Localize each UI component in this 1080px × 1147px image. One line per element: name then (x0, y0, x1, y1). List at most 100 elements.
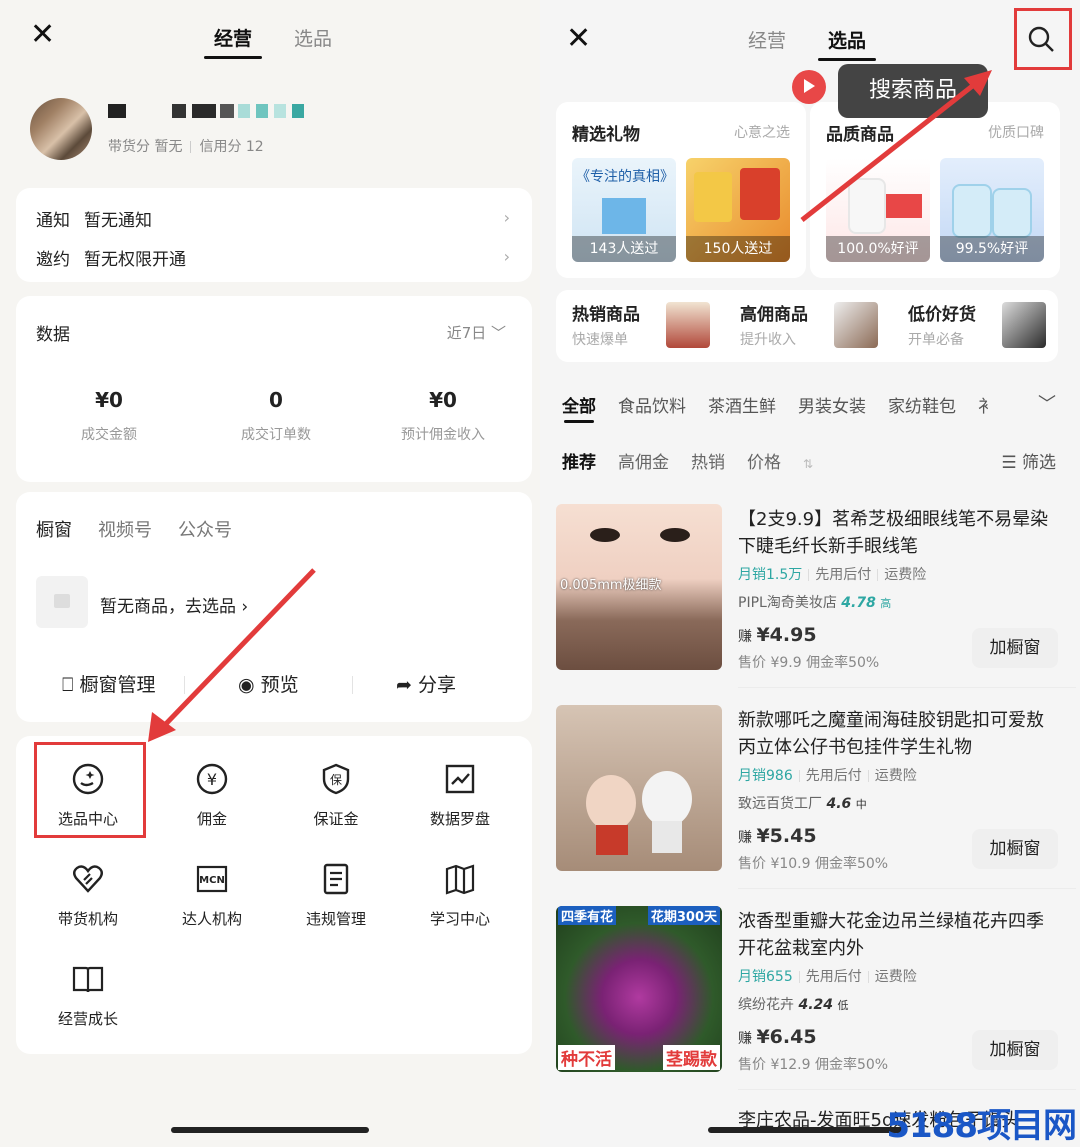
sort-price[interactable]: 价格 ⇅ (747, 453, 813, 473)
tool-mcn[interactable]: MCN 达人机构 (150, 862, 274, 929)
mcn-icon: MCN (196, 865, 228, 893)
tab-operations[interactable]: 经营 (214, 24, 252, 51)
cat-tea-fresh[interactable]: 茶酒生鲜 (708, 397, 776, 417)
category-tabs: 全部 食品饮料 茶酒生鲜 男装女装 家纺鞋包 衤 (562, 392, 1032, 417)
image-caption: 种不活 (558, 1045, 615, 1070)
period-selector[interactable]: 近7日 ﹀ (447, 322, 506, 343)
tool-deposit[interactable]: 保 保证金 (274, 762, 398, 829)
book-icon (72, 966, 104, 993)
invite-row[interactable]: 邀约 暂无权限开通 (36, 245, 186, 270)
sort-recommend[interactable]: 推荐 (562, 453, 596, 473)
quick-hot-sales[interactable]: 热销商品 快速爆单 (572, 300, 640, 349)
detergent-bottle (992, 188, 1032, 238)
watermark-logo: 5188项目网 (886, 1106, 1077, 1146)
tool-sales-org[interactable]: 带货机构 (26, 862, 150, 929)
quick-high-commission[interactable]: 高佣商品 提升收入 (740, 300, 808, 349)
tab-operations[interactable]: 经营 (748, 26, 786, 53)
right-screen: ✕ 经营 选品 精选礼物 心意之选 《专注的真相》 143人送过 150人送过 … (540, 0, 1080, 1147)
tool-growth[interactable]: 经营成长 (26, 962, 150, 1029)
cat-apparel[interactable]: 男装女装 (798, 397, 866, 417)
tool-label: 数据罗盘 (429, 810, 490, 828)
sort-hot[interactable]: 热销 (691, 453, 725, 473)
invite-label: 邀约 (36, 250, 70, 270)
tool-label: 达人机构 (181, 910, 242, 928)
score-level: 高 (880, 597, 892, 610)
share-button[interactable]: ➦ 分享 (396, 670, 456, 697)
shop-score: 4.24 (798, 997, 833, 1013)
add-to-window-button[interactable]: 加橱窗 (972, 1030, 1058, 1070)
price-line: 售价 ¥12.9 佣金率50% (738, 1057, 889, 1073)
product-card[interactable]: 四季有花 花期300天 种不活 茎踢款 浓香型重瓣大花金边吊兰绿植花卉四季开花盆… (556, 906, 1076, 1090)
tab-official-account[interactable]: 公众号 (178, 520, 232, 541)
close-icon[interactable]: ✕ (30, 20, 55, 50)
product-thumbnail[interactable]: 150人送过 (686, 158, 790, 262)
product-image[interactable]: 0.005mm极细款 (556, 504, 722, 670)
tool-data-compass[interactable]: 数据罗盘 (398, 762, 522, 829)
earn-prefix: 赚 (738, 1031, 752, 1047)
chevron-down-icon[interactable]: ﹀ (1038, 390, 1056, 416)
earn-amount: 赚 ¥5.45 (738, 825, 817, 847)
product-image[interactable] (556, 705, 722, 871)
earn-value: ¥4.95 (756, 624, 817, 646)
cat-more-partial[interactable]: 衤 (978, 397, 995, 417)
window-manage-button[interactable]: ⎕ 橱窗管理 (62, 670, 155, 697)
product-card[interactable]: 新款哪吒之魔童闹海硅胶钥匙扣可爱敖丙立体公仔书包挂件学生礼物 月销986 先用后付… (556, 705, 1076, 889)
tab-window[interactable]: 橱窗 (36, 520, 72, 541)
tool-label: 保证金 (313, 810, 359, 828)
sort-commission[interactable]: 高佣金 (618, 453, 669, 473)
chevron-right-icon: › (503, 208, 510, 227)
quick-subtitle: 提升收入 (740, 332, 796, 348)
add-to-window-button[interactable]: 加橱窗 (972, 628, 1058, 668)
tool-label: 佣金 (196, 810, 227, 828)
featured-subtitle: 优质口碑 (988, 125, 1044, 141)
notice-row[interactable]: 通知 暂无通知 (36, 206, 152, 231)
search-icon[interactable] (1026, 24, 1056, 54)
tool-violations[interactable]: 违规管理 (274, 862, 398, 929)
figure-head (586, 775, 636, 831)
preview-button[interactable]: ◉ 预览 (238, 670, 299, 697)
product-thumbnail[interactable]: 100.0%好评 (826, 158, 930, 262)
price-line: 售价 ¥9.9 佣金率50% (738, 655, 880, 671)
tool-learning[interactable]: 学习中心 (398, 862, 522, 929)
product-title[interactable]: 新款哪吒之魔童闹海硅胶钥匙扣可爱敖丙立体公仔书包挂件学生礼物 (738, 707, 1058, 761)
featured-quality-card[interactable]: 品质商品 优质口碑 100.0%好评 99.5%好评 (810, 102, 1060, 278)
insurance-tag: 运费险 (874, 969, 917, 985)
filter-button[interactable]: ☰ 筛选 (1001, 448, 1056, 473)
tab-selection[interactable]: 选品 (294, 24, 332, 51)
go-select-link[interactable]: 暂无商品，去选品 › (100, 592, 248, 617)
left-screen: ✕ 经营 选品 带货分 暂无 信用分 12 通知 暂无通知 › 邀约 暂无权限开通 ›… (0, 0, 540, 1147)
thumb-caption: 150人送过 (686, 236, 790, 262)
active-tab-indicator (204, 56, 262, 59)
shop-info: 致远百货工厂 4.6 中 (738, 793, 867, 813)
cat-home[interactable]: 家纺鞋包 (888, 397, 956, 417)
low-price-thumb (1002, 302, 1046, 348)
product-title[interactable]: 浓香型重瓣大花金边吊兰绿植花卉四季开花盆栽室内外 (738, 908, 1058, 962)
cat-food[interactable]: 食品饮料 (618, 397, 686, 417)
figure-body (652, 821, 682, 853)
product-thumbnail[interactable]: 99.5%好评 (940, 158, 1044, 262)
shop-info: PIPL淘奇美妆店 4.78 高 (738, 592, 891, 612)
shield-deposit-icon: 保 (322, 763, 350, 795)
close-icon[interactable]: ✕ (566, 24, 591, 54)
product-thumbnail[interactable]: 《专注的真相》 143人送过 (572, 158, 676, 262)
product-title[interactable]: 【2支9.9】茗希芝极细眼线笔不易晕染下睫毛纤长新手眼线笔 (738, 506, 1058, 560)
stat-label: 成交金额 (81, 427, 137, 443)
tool-commission[interactable]: ¥ 佣金 (150, 762, 274, 829)
quick-low-price[interactable]: 低价好货 开单必备 (908, 300, 976, 349)
tab-channels[interactable]: 视频号 (98, 520, 152, 541)
avatar[interactable] (30, 98, 92, 160)
cat-all[interactable]: 全部 (562, 397, 596, 417)
thumb-caption: 99.5%好评 (940, 236, 1044, 262)
product-tags: 月销655 先用后付 运费险 (738, 966, 917, 986)
tool-label: 带货机构 (57, 910, 118, 928)
product-image[interactable]: 四季有花 花期300天 种不活 茎踢款 (556, 906, 722, 1072)
product-card[interactable]: 0.005mm极细款 【2支9.9】茗希芝极细眼线笔不易晕染下睫毛纤长新手眼线笔… (556, 504, 1076, 688)
featured-gift-card[interactable]: 精选礼物 心意之选 《专注的真相》 143人送过 150人送过 (556, 102, 806, 278)
add-to-window-button[interactable]: 加橱窗 (972, 829, 1058, 869)
shop-name: 致远百货工厂 (738, 796, 822, 812)
tab-selection[interactable]: 选品 (828, 26, 866, 53)
divider (184, 676, 185, 694)
shop-name: PIPL淘奇美妆店 (738, 595, 837, 611)
svg-text:保: 保 (330, 773, 342, 787)
stat-gmv: ¥0 成交金额 (24, 388, 194, 444)
